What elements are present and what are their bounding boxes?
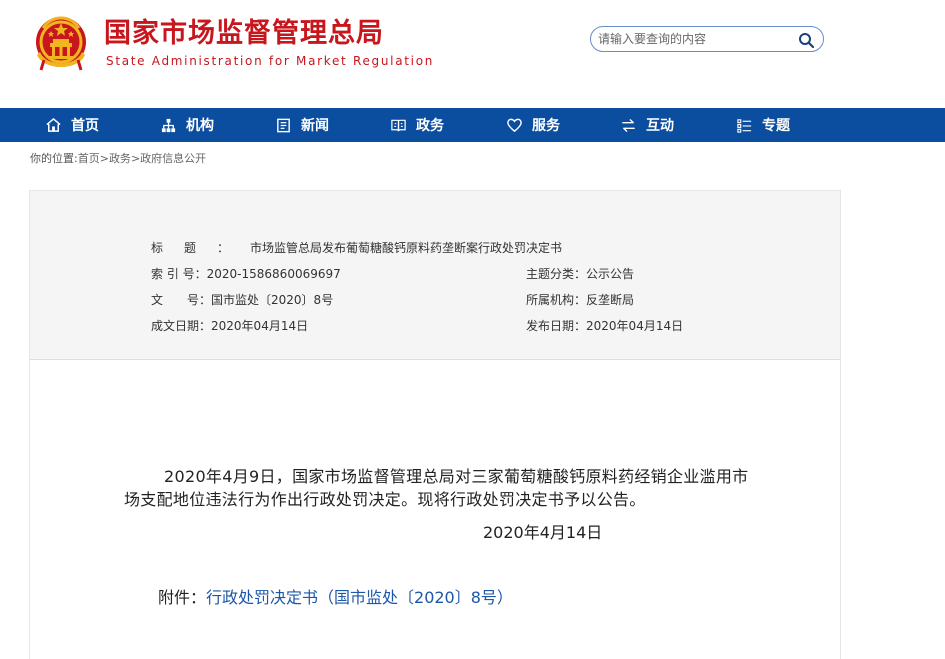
nav-label: 新闻: [301, 118, 329, 134]
metadata-topic-value: 公示公告: [586, 267, 635, 281]
search-box[interactable]: [590, 26, 824, 52]
service-heart-icon: [507, 118, 522, 132]
metadata-index-row: 索 引 号：2020-1586860069697: [151, 266, 341, 282]
metadata-document-number-value: 国市监处〔2020〕8号: [211, 293, 334, 307]
nav-label: 机构: [186, 118, 214, 134]
attachment-label: 附件：: [158, 588, 207, 607]
search-input[interactable]: [598, 30, 792, 48]
breadcrumb-prefix: 你的位置:: [30, 152, 78, 165]
government-affairs-icon: [391, 119, 406, 131]
topics-list-icon: [737, 118, 752, 133]
nav-label: 首页: [71, 118, 99, 134]
site-subtitle: State Administration for Market Regulati…: [106, 54, 435, 68]
metadata-agency-label: 所属机构：: [526, 293, 587, 307]
document-metadata-panel: 标题：市场监管总局发布葡萄糖酸钙原料药垄断案行政处罚决定书 索 引 号：2020…: [29, 190, 841, 360]
nav-label: 互动: [646, 118, 674, 134]
breadcrumb-link-government-affairs[interactable]: 政务: [109, 152, 131, 165]
nav-item-government-affairs[interactable]: 政务: [390, 108, 444, 142]
metadata-title-row: 标题：市场监管总局发布葡萄糖酸钙原料药垄断案行政处罚决定书: [151, 240, 562, 256]
metadata-agency-row: 所属机构：反垄断局: [526, 292, 634, 308]
home-icon: [46, 117, 61, 132]
metadata-created-date-label: 成文日期：: [151, 319, 212, 333]
nav-label: 政务: [416, 118, 444, 134]
national-emblem-icon: [36, 16, 86, 71]
attachment-line: 附件：行政处罚决定书（国市监处〔2020〕8号）: [158, 587, 513, 609]
page: 国家市场监督管理总局 State Administration for Mark…: [0, 0, 945, 659]
metadata-created-date-row: 成文日期：2020年04月14日: [151, 318, 308, 334]
breadcrumb: 你的位置:首页>政务>政府信息公开: [30, 151, 206, 166]
article-date: 2020年4月14日: [483, 523, 603, 542]
news-icon: [277, 118, 290, 132]
site-title: 国家市场监督管理总局: [104, 18, 384, 49]
breadcrumb-separator: >: [99, 152, 109, 165]
site-header: 国家市场监督管理总局 State Administration for Mark…: [0, 0, 945, 108]
metadata-index-value: 2020-1586860069697: [206, 267, 341, 281]
breadcrumb-separator: >: [130, 152, 141, 165]
metadata-created-date-value: 2020年04月14日: [211, 319, 309, 333]
search-icon[interactable]: [798, 32, 814, 48]
metadata-document-number-row: 文 号：国市监处〔2020〕8号: [151, 292, 333, 308]
attachment-link[interactable]: 行政处罚决定书（国市监处〔2020〕8号）: [206, 588, 513, 607]
metadata-published-date-label: 发布日期：: [526, 319, 587, 333]
breadcrumb-link-government-info[interactable]: 政府信息公开: [140, 152, 206, 165]
metadata-title-label: 标题：: [151, 241, 251, 255]
metadata-topic-row: 主题分类：公示公告: [526, 266, 634, 282]
metadata-topic-label: 主题分类：: [526, 267, 587, 281]
article-paragraph: 2020年4月9日，国家市场监督管理总局对三家葡萄糖酸钙原料药经销企业滥用市场支…: [124, 467, 749, 509]
metadata-index-label: 索 引 号：: [151, 267, 207, 281]
metadata-title-value: 市场监管总局发布葡萄糖酸钙原料药垄断案行政处罚决定书: [250, 241, 563, 255]
nav-label: 服务: [532, 118, 560, 134]
nav-item-service[interactable]: 服务: [506, 108, 560, 142]
metadata-published-date-value: 2020年04月14日: [586, 319, 684, 333]
metadata-document-number-label: 文 号：: [151, 293, 212, 307]
nav-item-interaction[interactable]: 互动: [620, 108, 674, 142]
nav-item-organization[interactable]: 机构: [160, 108, 214, 142]
breadcrumb-link-home[interactable]: 首页: [78, 152, 100, 165]
nav-label: 专题: [762, 118, 790, 134]
metadata-published-date-row: 发布日期：2020年04月14日: [526, 318, 683, 334]
metadata-agency-value: 反垄断局: [586, 293, 635, 307]
nav-item-home[interactable]: 首页: [45, 108, 99, 142]
nav-item-news[interactable]: 新闻: [275, 108, 329, 142]
main-navigation: 首页 机构 新闻 政务 服务 互动 专题: [0, 108, 945, 142]
organization-icon: [161, 118, 176, 132]
interaction-arrows-icon: [622, 118, 635, 132]
nav-item-topics[interactable]: 专题: [736, 108, 790, 142]
